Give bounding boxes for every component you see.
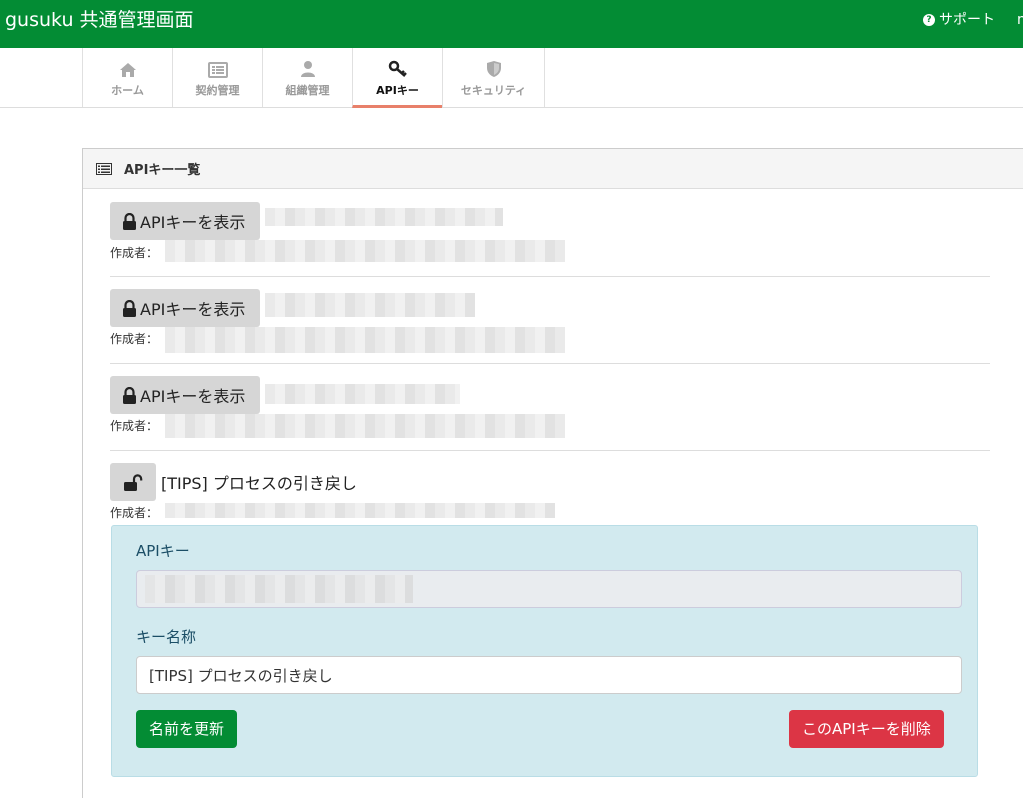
update-name-button[interactable]: 名前を更新	[136, 710, 238, 748]
tab-security[interactable]: セキュリティ	[442, 48, 545, 107]
show-api-key-button[interactable]: APIキーを表示	[110, 376, 260, 414]
api-key-field[interactable]	[136, 570, 962, 608]
app-title[interactable]: gusuku 共通管理画面	[5, 8, 194, 32]
list-icon	[96, 162, 112, 175]
user-menu[interactable]: n	[1017, 11, 1023, 29]
tab-organization[interactable]: 組織管理	[262, 48, 352, 107]
creator-label: 作成者：	[110, 246, 159, 260]
home-icon	[83, 48, 172, 78]
lock-icon	[123, 299, 136, 317]
key-name-field[interactable]	[136, 656, 962, 694]
creator-label: 作成者：	[110, 506, 159, 520]
redacted-creator	[165, 327, 565, 353]
user-icon	[263, 48, 352, 78]
redacted-creator	[165, 240, 565, 262]
redacted-creator	[165, 503, 555, 518]
redacted-key-name	[265, 293, 475, 317]
key-name-label: キー名称	[136, 628, 197, 646]
key-name: [TIPS] プロセスの引き戻し	[161, 474, 357, 493]
list-item: APIキーを表示 作成者：	[110, 364, 990, 451]
lock-icon	[123, 212, 136, 230]
tab-label: ホーム	[111, 84, 144, 97]
support-link[interactable]: ? サポート	[923, 11, 995, 29]
list-item: APIキーを表示 作成者：	[110, 277, 990, 364]
key-icon	[353, 48, 442, 78]
main-tabs: ホーム 契約管理 組織管理 APIキー セキュリティ	[0, 48, 1023, 108]
creator-label: 作成者：	[110, 332, 159, 346]
panel-title: APIキー一覧	[124, 163, 201, 178]
list-icon	[173, 48, 262, 78]
tab-api-keys[interactable]: APIキー	[352, 48, 442, 108]
show-api-key-button[interactable]: APIキーを表示	[110, 289, 260, 327]
show-api-key-button[interactable]: APIキーを表示	[110, 202, 260, 240]
tab-label: 契約管理	[195, 84, 240, 97]
redacted-key-name	[265, 384, 460, 404]
redacted-api-key	[145, 575, 413, 603]
tab-label: 組織管理	[285, 84, 330, 97]
lock-icon	[123, 386, 136, 404]
unlock-icon	[124, 473, 143, 491]
list-item: APIキーを表示 作成者：	[110, 188, 990, 277]
support-label: サポート	[939, 12, 995, 28]
delete-api-key-button[interactable]: このAPIキーを削除	[789, 710, 944, 748]
creator-label: 作成者：	[110, 419, 159, 433]
panel-header: APIキー一覧	[83, 149, 1023, 189]
list-item-expanded: [TIPS] プロセスの引き戻し 作成者：	[110, 451, 990, 521]
redacted-creator	[165, 414, 565, 438]
tab-contracts[interactable]: 契約管理	[172, 48, 262, 107]
tab-label: APIキー	[376, 84, 419, 97]
hide-api-key-button[interactable]	[110, 463, 156, 501]
shield-icon	[443, 48, 544, 78]
redacted-key-name	[265, 208, 503, 226]
tab-home[interactable]: ホーム	[82, 48, 172, 107]
api-key-label: APIキー	[136, 542, 190, 560]
api-key-detail: APIキー キー名称 名前を更新 このAPIキーを削除	[111, 525, 978, 777]
top-bar: gusuku 共通管理画面 ? サポート n	[0, 0, 1023, 48]
help-icon: ?	[923, 14, 935, 26]
tab-label: セキュリティ	[460, 84, 527, 97]
